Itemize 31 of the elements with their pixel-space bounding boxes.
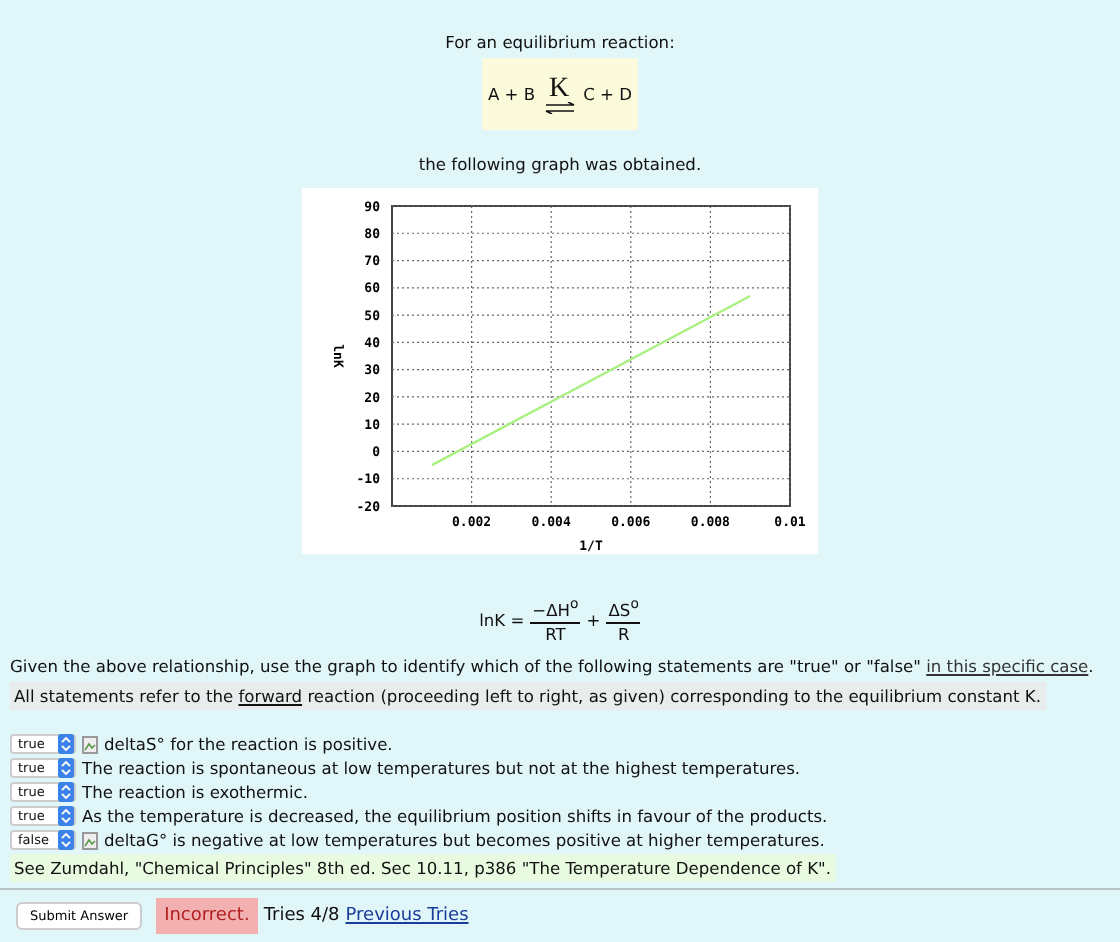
graph-caption: the following graph was obtained. [418,154,702,174]
statement-text: deltaG° is negative at low temperatures but becomes positive at higher temperatures. [104,830,825,851]
stepper-icon [58,758,74,779]
reactants: A + B [487,84,536,104]
reference-text: See Zumdahl, "Chemical Principles" 8th ed. Sec 10.11, p386 "The Temperature Dependence of K". [10,853,835,882]
intro-text: For an equilibrium reaction: [445,32,675,52]
broken-image-icon [82,735,98,754]
fraction-numerator: −ΔH$^{o}$ [530,594,581,624]
fraction-denominator: RT [545,623,566,646]
tries-count: Tries 4/8 [263,905,340,926]
result-badge: Incorrect. [156,897,258,934]
stepper-icon [58,806,74,827]
equilibrium-arrows-icon [543,101,576,113]
equation-lhs: lnK = [479,609,525,630]
equation-operator: + [586,609,601,630]
stepper-icon [58,782,74,803]
fraction-numerator: ΔS$^{o}$ [606,594,641,624]
instruction-text: Given the above relationship, use the graph to identify which of the following statements are "true" or "false" in this specific case. [10,655,1096,676]
statement-text: deltaS° for the reaction is positive. [104,734,393,755]
equilibrium-constant: K [549,75,570,101]
fraction-denominator: R [617,623,630,646]
specific-case-link[interactable]: in this specific case [926,655,1089,676]
products: C + D [583,84,633,104]
stepper-icon [58,734,74,755]
statement-text: As the temperature is decreased, the equilibrium position shifts in favour of the products. [82,806,828,827]
broken-image-icon [82,831,98,850]
stepper-icon [58,830,74,851]
statement-text: The reaction is spontaneous at low temperatures but not at the highest temperatures. [82,758,801,779]
statement-text: The reaction is exothermic. [82,782,309,803]
previous-tries-link[interactable]: Previous Tries [345,905,469,926]
note-text: All statements refer to the forward reaction (proceeding left to right, as given) corresponding to the equilibrium constant K. [10,681,1045,710]
